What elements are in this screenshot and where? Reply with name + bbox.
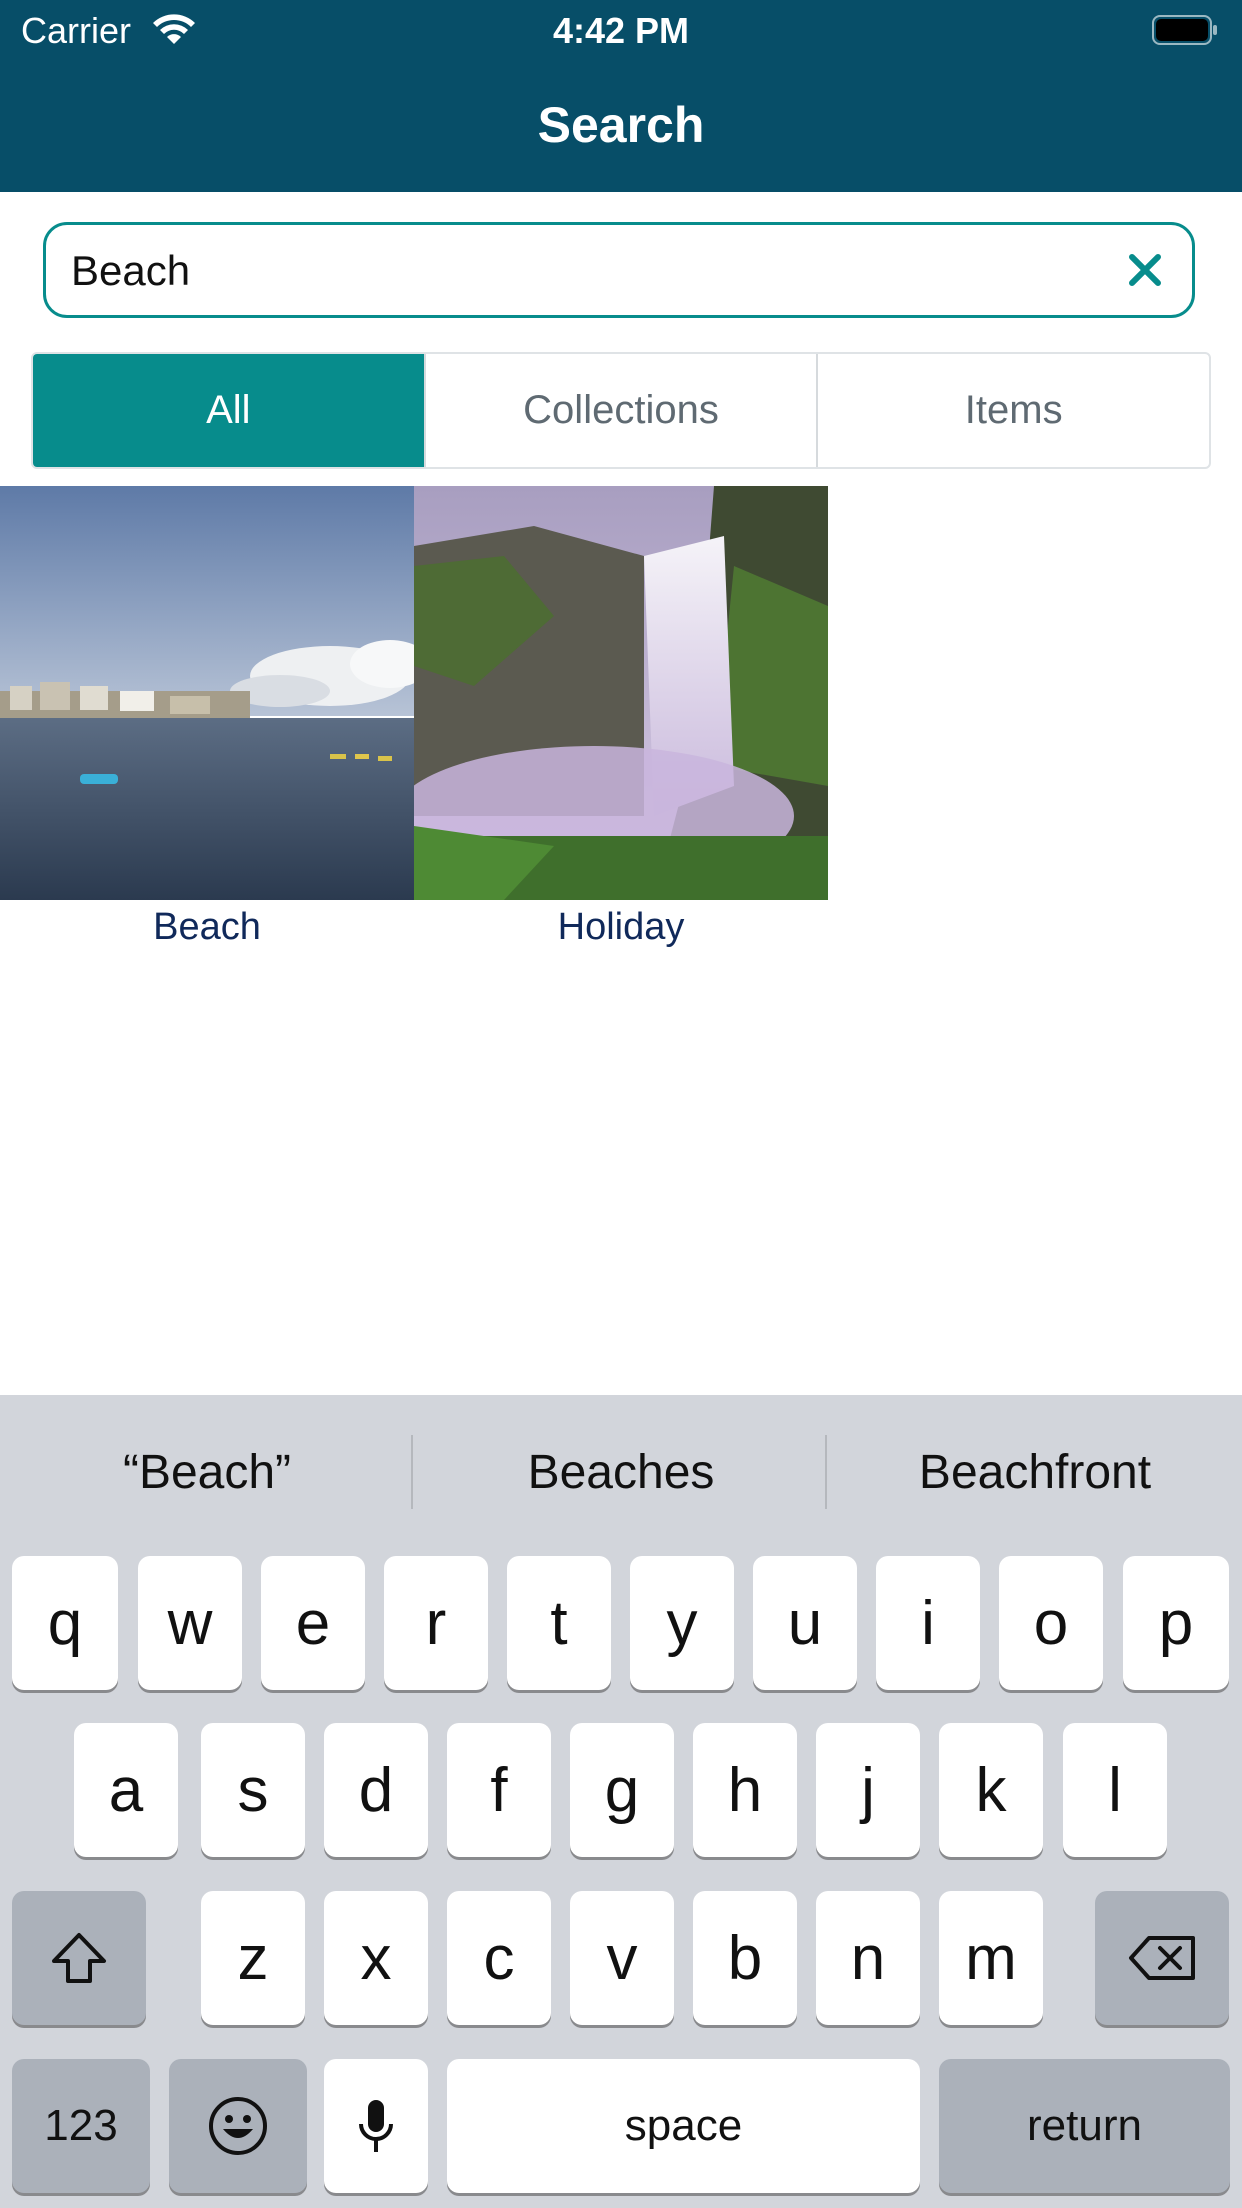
key-i[interactable]: i — [876, 1556, 980, 1690]
key-n[interactable]: n — [816, 1891, 920, 2025]
clock: 4:42 PM — [552, 10, 690, 51]
key-f[interactable]: f — [447, 1723, 551, 1857]
key-a[interactable]: a — [74, 1723, 178, 1857]
key-u[interactable]: u — [753, 1556, 857, 1690]
key-b[interactable]: b — [693, 1891, 797, 2025]
result-label: Holiday — [557, 906, 685, 948]
key-x[interactable]: x — [324, 1891, 428, 2025]
segment-items[interactable]: Items — [818, 354, 1209, 467]
result-card[interactable]: Holiday — [414, 486, 828, 949]
key-v[interactable]: v — [570, 1891, 674, 2025]
key-d[interactable]: d — [324, 1723, 428, 1857]
key-g[interactable]: g — [570, 1723, 674, 1857]
key-s[interactable]: s — [201, 1723, 305, 1857]
key-l[interactable]: l — [1063, 1723, 1167, 1857]
status-bar: Carrier 4:42 PM — [0, 0, 1242, 62]
key-e[interactable]: e — [261, 1556, 365, 1690]
backspace-icon — [1129, 1936, 1195, 1980]
search-input[interactable] — [69, 225, 1123, 317]
return-key[interactable]: return — [939, 2059, 1230, 2193]
key-j[interactable]: j — [816, 1723, 920, 1857]
key-r[interactable]: r — [384, 1556, 488, 1690]
result-card[interactable]: Beach — [0, 486, 414, 949]
key-c[interactable]: c — [447, 1891, 551, 2025]
emoji-button[interactable] — [169, 2059, 307, 2193]
suggestion-item[interactable]: Beaches — [414, 1445, 828, 1500]
key-o[interactable]: o — [999, 1556, 1103, 1690]
segment-collections[interactable]: Collections — [426, 354, 819, 467]
segment-all[interactable]: All — [33, 354, 426, 467]
key-q[interactable]: q — [12, 1556, 118, 1690]
result-label: Beach — [153, 906, 261, 948]
microphone-icon — [359, 2100, 393, 2152]
emoji-icon — [209, 2097, 267, 2155]
key-w[interactable]: w — [138, 1556, 242, 1690]
close-icon[interactable] — [1126, 251, 1164, 289]
predictive-bar: “Beach” Beaches Beachfront — [0, 1395, 1242, 1545]
search-field[interactable] — [43, 222, 1195, 318]
divider — [825, 1435, 827, 1509]
beach-photo-image — [0, 486, 414, 900]
filter-segmented-control: All Collections Items — [31, 352, 1211, 469]
key-t[interactable]: t — [507, 1556, 611, 1690]
suggestion-item[interactable]: Beachfront — [828, 1445, 1242, 1500]
key-k[interactable]: k — [939, 1723, 1043, 1857]
numbers-key[interactable]: 123 — [12, 2059, 150, 2193]
divider — [411, 1435, 413, 1509]
key-p[interactable]: p — [1123, 1556, 1229, 1690]
keyboard: “Beach” Beaches Beachfront q w e r t y u… — [0, 1395, 1242, 2208]
suggestion-item[interactable]: “Beach” — [0, 1445, 414, 1500]
waterfall-photo-image — [414, 486, 828, 900]
dictation-button[interactable] — [324, 2059, 428, 2193]
backspace-button[interactable] — [1095, 1891, 1229, 2025]
shift-icon — [52, 1933, 106, 1983]
header-bar: Carrier 4:42 PM Search — [0, 0, 1242, 192]
space-key[interactable]: space — [447, 2059, 920, 2193]
key-z[interactable]: z — [201, 1891, 305, 2025]
key-m[interactable]: m — [939, 1891, 1043, 2025]
page-title: Search — [537, 97, 705, 153]
key-y[interactable]: y — [630, 1556, 734, 1690]
battery-icon — [1152, 15, 1217, 45]
key-h[interactable]: h — [693, 1723, 797, 1857]
shift-button[interactable] — [12, 1891, 146, 2025]
